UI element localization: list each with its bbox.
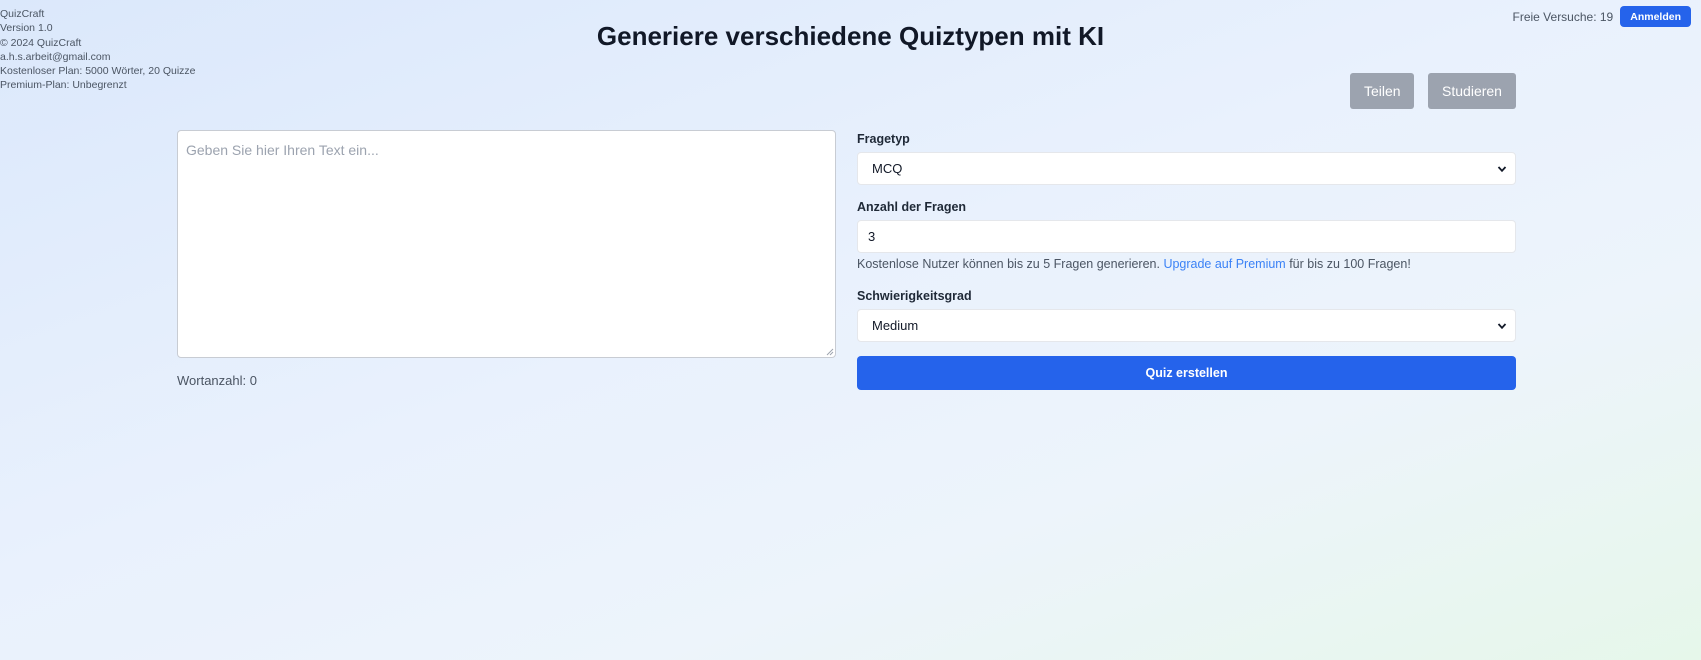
app-name: QuizCraft [0, 8, 45, 20]
study-button[interactable]: Studieren [1428, 73, 1516, 109]
resize-grip-icon[interactable] [826, 348, 834, 356]
free-plan-info: Kostenloser Plan: 5000 Wörter, 20 Quizze [0, 65, 196, 78]
word-count: Wortanzahl: 0 [177, 373, 257, 388]
share-button[interactable]: Teilen [1350, 73, 1414, 109]
quiz-actions: Teilen Studieren [1350, 73, 1516, 109]
contact-email: a.h.s.arbeit@gmail.com [0, 50, 111, 63]
difficulty-value: Medium [872, 318, 919, 333]
question-type-value: MCQ [872, 161, 903, 176]
question-count-value: 3 [868, 229, 876, 244]
premium-plan-info: Premium-Plan: Unbegrenzt [0, 79, 127, 92]
page-title: Generiere verschiedene Quiztypen mit KI [596, 21, 1105, 51]
difficulty-label: Schwierigkeitsgrad [857, 289, 972, 303]
premium-hint: Kostenlose Nutzer können bis zu 5 Fragen… [857, 257, 1411, 271]
question-type-label: Fragetyp [857, 132, 910, 146]
question-type-select[interactable]: MCQ [857, 152, 1516, 185]
question-count-label: Anzahl der Fragen [857, 200, 967, 214]
upgrade-premium-link[interactable]: Upgrade auf Premium [1163, 257, 1285, 271]
chevron-down-icon [1497, 166, 1507, 173]
text-input[interactable] [177, 130, 836, 358]
question-count-input[interactable]: 3 [857, 220, 1516, 253]
hint-suffix: für bis zu 100 Fragen! [1285, 257, 1411, 271]
create-quiz-button[interactable]: Quiz erstellen [857, 356, 1516, 390]
chevron-down-icon [1497, 323, 1507, 330]
hint-text: Kostenlose Nutzer können bis zu 5 Fragen… [857, 257, 1164, 271]
difficulty-select[interactable]: Medium [857, 309, 1516, 342]
